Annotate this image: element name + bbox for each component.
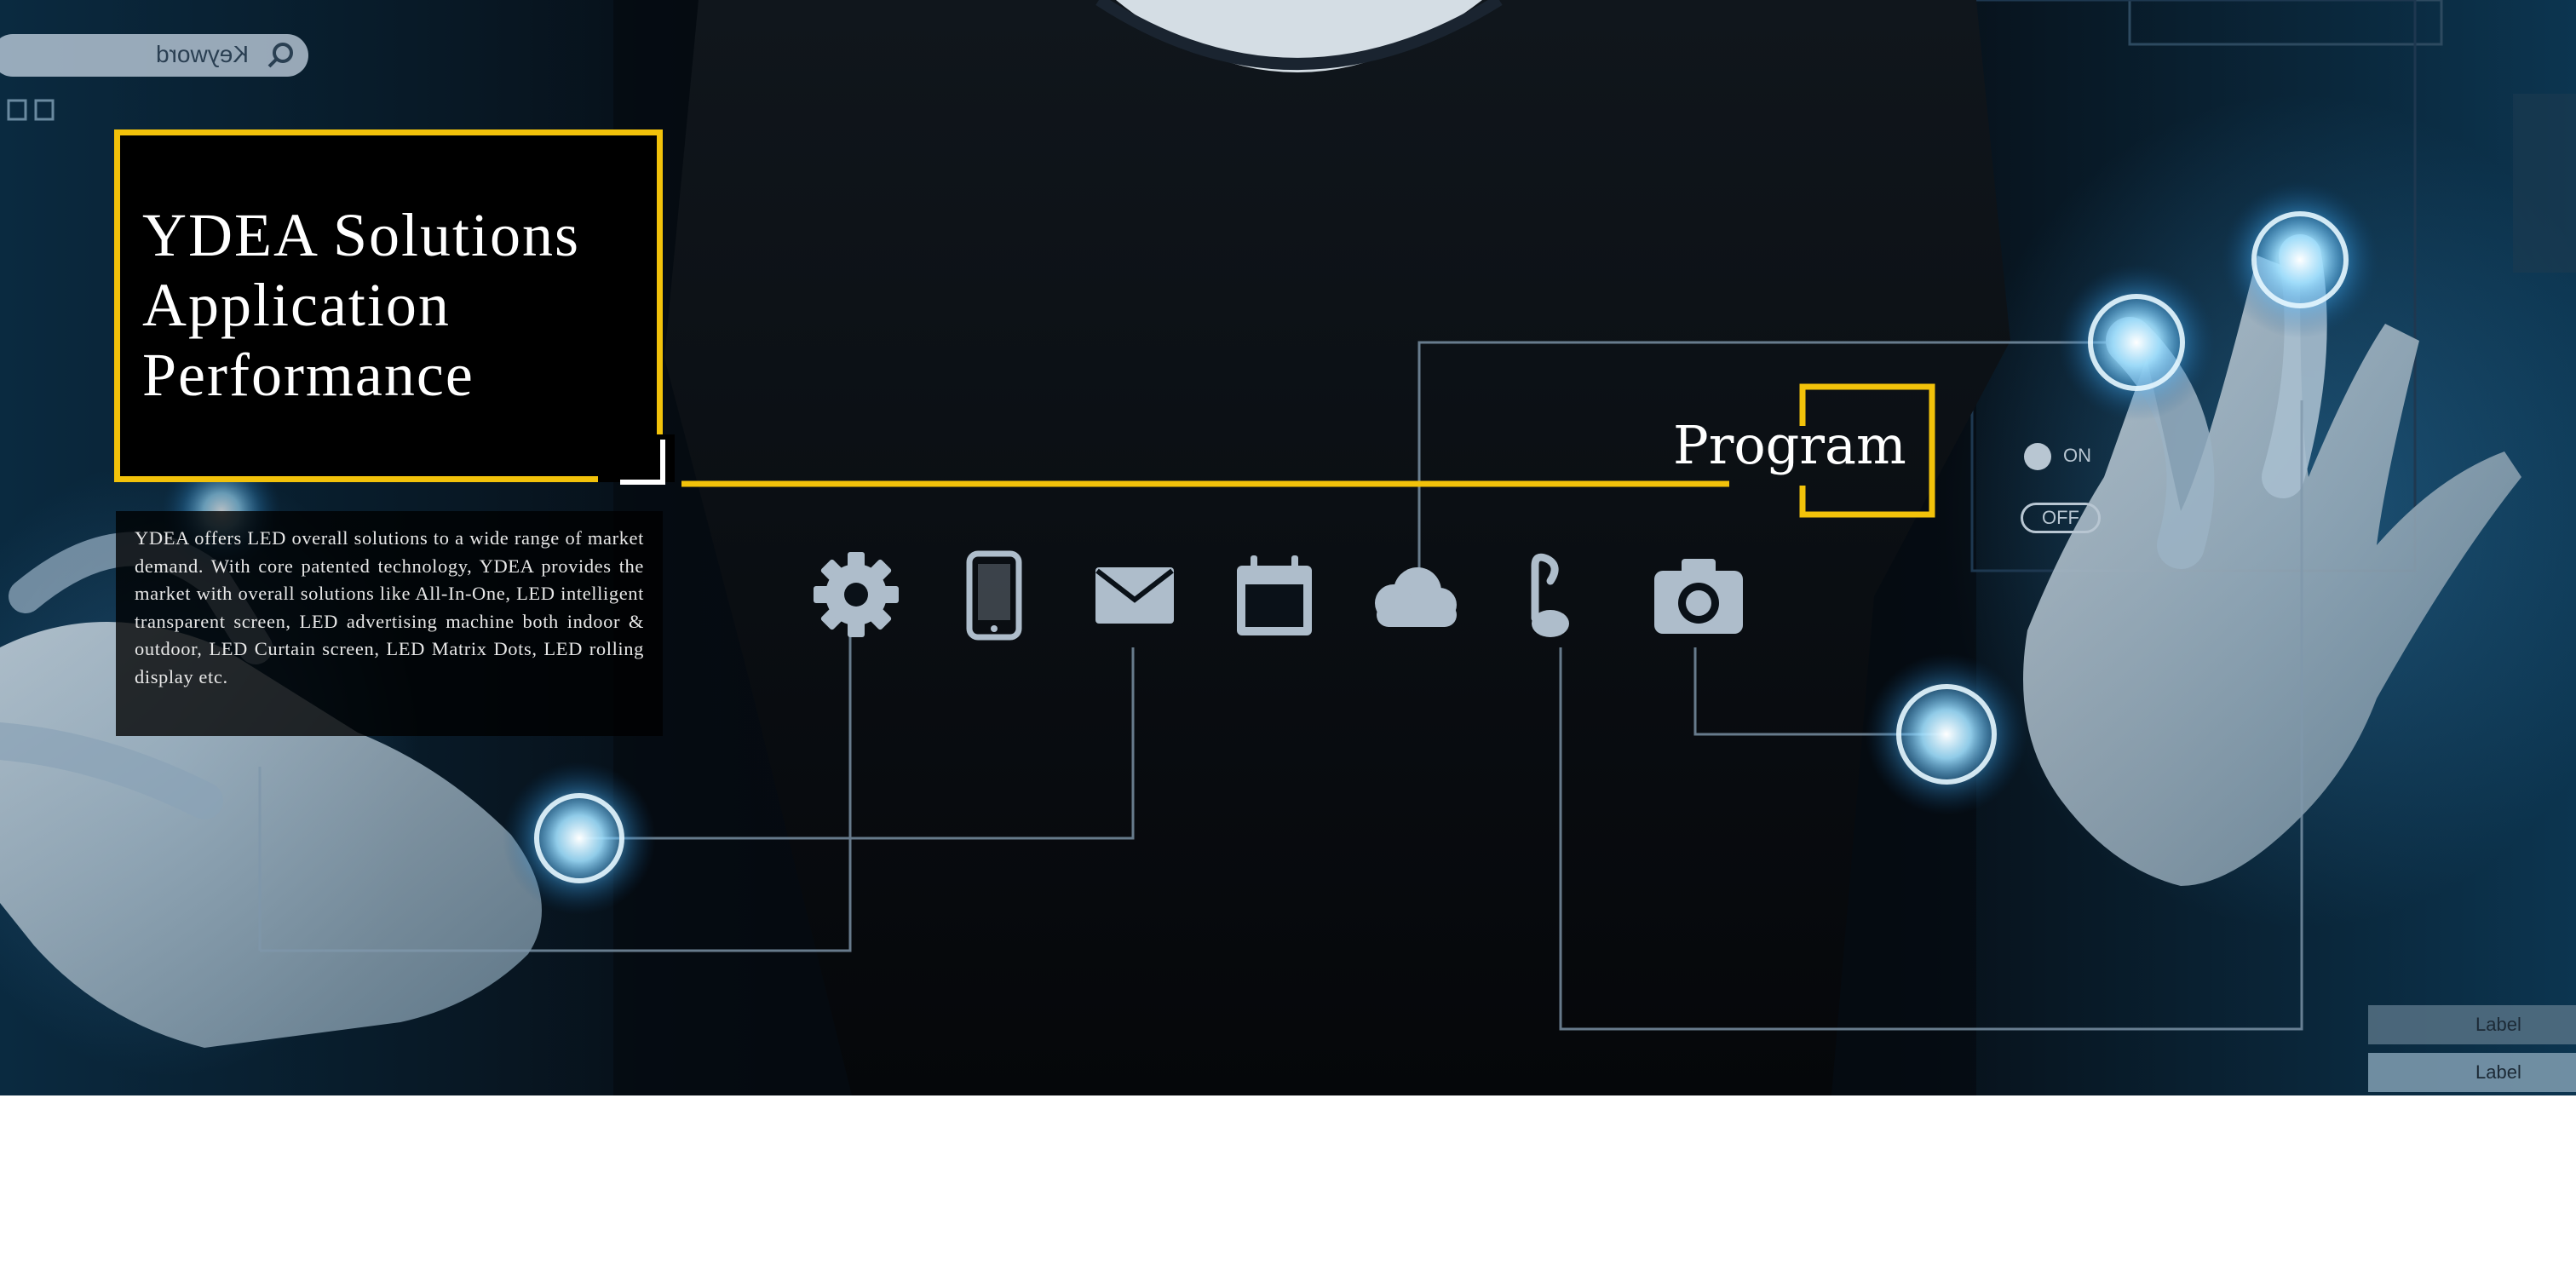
toggle-off-label: OFF xyxy=(2042,507,2079,528)
title-box-notch xyxy=(598,434,675,485)
camera-icon xyxy=(1654,559,1743,634)
title-line-2: Application xyxy=(142,271,451,339)
background-label-2: Label xyxy=(2475,1061,2521,1083)
title: YDEA Solutions Application Performance xyxy=(142,200,580,410)
description-text: YDEA offers LED overall solutions to a w… xyxy=(116,511,663,736)
music-icon xyxy=(1531,553,1569,637)
toggle-on-label: ON xyxy=(2063,444,2091,466)
title-box: YDEA Solutions Application Performance xyxy=(114,129,663,482)
cloud-icon xyxy=(1375,567,1457,627)
phone-icon xyxy=(966,550,1022,641)
search-icon xyxy=(267,43,293,68)
toggle-off: OFF xyxy=(2021,503,2101,533)
calendar-icon xyxy=(1237,555,1312,635)
title-line-1: YDEA Solutions xyxy=(142,201,581,269)
title-line-3: Performance xyxy=(142,341,474,409)
background-label-1: Label xyxy=(2475,1014,2521,1035)
hero-banner: Keyword ON OFF Label Label YDEA Solution… xyxy=(0,0,2576,1095)
gear-icon xyxy=(814,552,899,637)
search-placeholder: Keyword xyxy=(156,41,249,67)
mail-icon xyxy=(1095,567,1174,624)
page-footer-space xyxy=(0,1095,2576,1288)
background-search-field: Keyword xyxy=(0,34,308,77)
toggle-on: ON xyxy=(2024,443,2091,470)
toggle-knob xyxy=(2024,443,2051,470)
program-label: Program xyxy=(1673,414,1906,476)
